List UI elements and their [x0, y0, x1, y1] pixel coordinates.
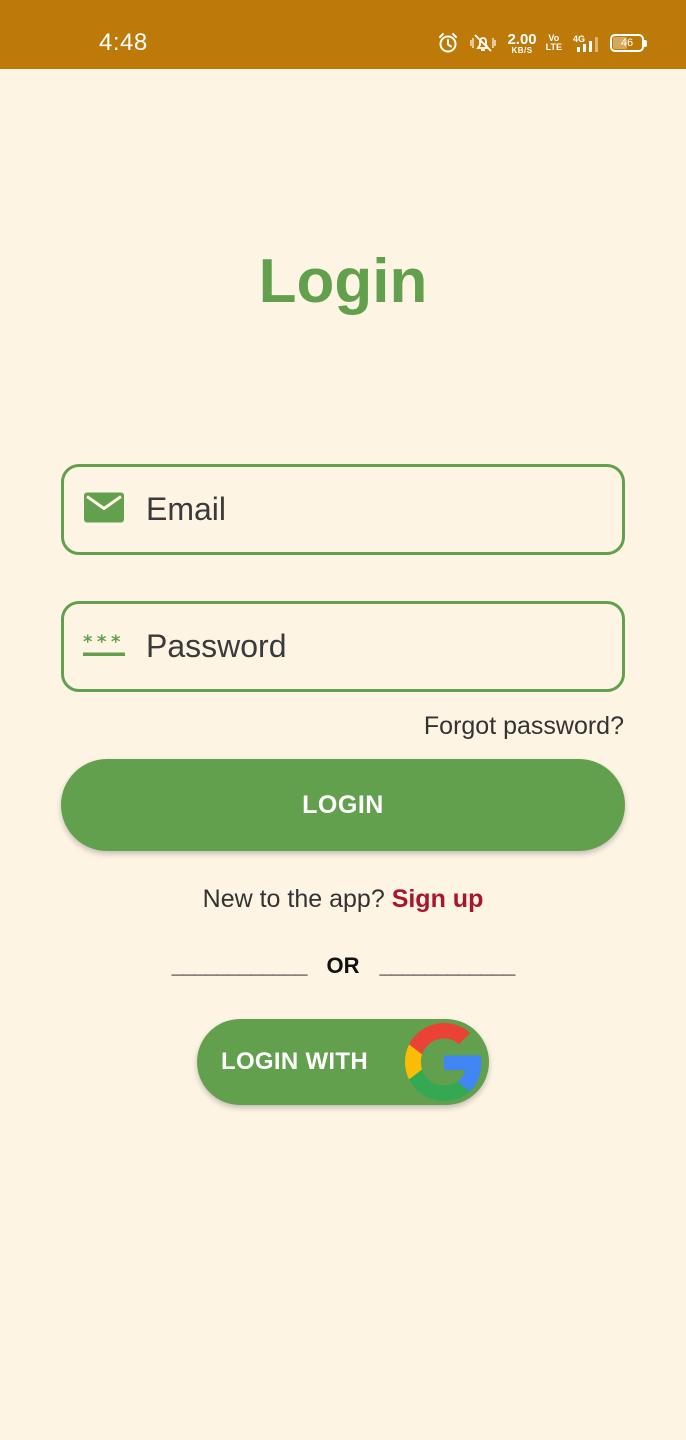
- google-button-label: LOGIN WITH: [221, 1048, 368, 1075]
- battery-level: 46: [620, 37, 634, 49]
- net-speed-value: 2.00: [507, 30, 537, 48]
- password-field-container[interactable]: * * *: [61, 601, 625, 692]
- divider-line-left: ____________: [171, 953, 308, 978]
- divider-text: OR: [326, 953, 360, 978]
- signup-link[interactable]: Sign up: [392, 885, 484, 913]
- net-speed-unit: KB/S: [511, 45, 533, 55]
- login-screen: 4:48 2.00 KB/S Vo LTE 4G 46 Login Email …: [0, 0, 686, 1440]
- page-title: Login: [258, 247, 428, 316]
- signup-prompt: New to the app? Sign up: [0, 885, 686, 914]
- svg-text:*: *: [83, 631, 93, 652]
- status-bar: 4:48 2.00 KB/S Vo LTE 4G 46: [0, 0, 686, 69]
- signup-prompt-text: New to the app?: [202, 885, 385, 913]
- signal-icon: 4G: [571, 32, 601, 54]
- svg-text:*: *: [97, 631, 107, 652]
- status-icons: 2.00 KB/S Vo LTE 4G 46: [437, 27, 647, 59]
- alarm-icon: [437, 32, 459, 54]
- password-icon: * * *: [83, 630, 125, 663]
- net-speed-indicator: 2.00 KB/S: [507, 32, 536, 55]
- volte-indicator: Vo LTE: [546, 34, 562, 52]
- divider-line-right: ____________: [379, 953, 516, 978]
- network-type: 4G: [573, 34, 585, 44]
- battery-icon: 46: [610, 34, 647, 52]
- status-time: 4:48: [99, 29, 148, 56]
- email-field-container[interactable]: [61, 464, 625, 555]
- mail-icon: [83, 491, 125, 528]
- login-button[interactable]: LOGIN: [61, 759, 625, 851]
- or-divider: ____________ OR ____________: [0, 953, 686, 979]
- svg-text:*: *: [111, 631, 121, 652]
- email-input[interactable]: [146, 467, 606, 552]
- mute-icon: [468, 32, 498, 54]
- password-input[interactable]: [146, 604, 606, 689]
- forgot-password-link[interactable]: Forgot password?: [424, 712, 624, 741]
- login-with-google-button[interactable]: LOGIN WITH: [197, 1019, 489, 1105]
- google-icon: [405, 1023, 483, 1104]
- volte-bottom: LTE: [545, 42, 562, 52]
